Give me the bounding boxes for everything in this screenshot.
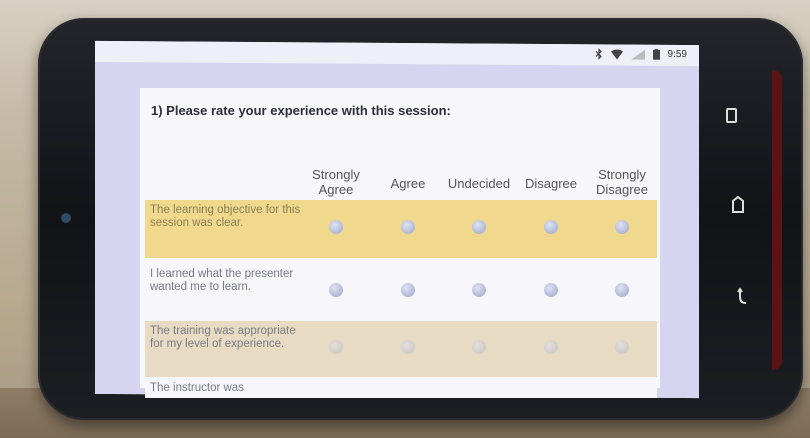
rating-radio[interactable]	[401, 283, 415, 297]
survey-row: The learning objective for this session …	[145, 200, 657, 258]
survey-row: I learned what the presenter wanted me t…	[145, 264, 657, 320]
rating-radio[interactable]	[615, 220, 629, 234]
rating-radio[interactable]	[329, 220, 343, 234]
row-label: I learned what the presenter wanted me t…	[150, 268, 294, 293]
wifi-icon	[610, 49, 623, 60]
rating-radio[interactable]	[472, 340, 486, 354]
recent-apps-button[interactable]	[725, 108, 739, 129]
row-label: The instructor was	[150, 382, 244, 394]
rating-radio[interactable]	[329, 340, 343, 354]
rating-radio[interactable]	[544, 220, 558, 234]
front-camera	[61, 213, 71, 223]
status-time: 9:59	[667, 48, 687, 61]
column-header: Strongly Agree	[312, 167, 360, 197]
row-label: The learning objective for this session …	[150, 204, 301, 229]
column-header: Undecided	[447, 176, 511, 191]
rating-radio[interactable]	[401, 340, 415, 354]
home-button[interactable]	[731, 195, 745, 219]
recent-apps-icon	[726, 108, 737, 123]
rating-radio[interactable]	[472, 220, 486, 234]
phone-side-accent	[772, 70, 782, 370]
question-title: 1) Please rate your experience with this…	[151, 103, 451, 118]
battery-icon	[652, 48, 660, 60]
back-icon	[737, 287, 747, 304]
row-label: The training was appropriate for my leve…	[150, 325, 296, 350]
rating-radio[interactable]	[472, 283, 486, 297]
rating-radio[interactable]	[544, 283, 558, 297]
rating-radio[interactable]	[615, 340, 629, 354]
survey-row: The training was appropriate for my leve…	[145, 321, 657, 377]
rating-radio[interactable]	[401, 220, 415, 234]
home-icon	[732, 195, 744, 213]
signal-icon	[630, 49, 645, 60]
rating-radio[interactable]	[329, 283, 343, 297]
column-header: Disagree	[524, 176, 578, 191]
rating-radio[interactable]	[615, 283, 629, 297]
survey-row: The instructor was	[145, 378, 657, 398]
rating-radio[interactable]	[544, 340, 558, 354]
column-header: Strongly Disagree	[595, 167, 649, 197]
back-button[interactable]	[736, 287, 750, 310]
column-header: Agree	[390, 176, 426, 191]
bluetooth-icon	[595, 48, 602, 60]
